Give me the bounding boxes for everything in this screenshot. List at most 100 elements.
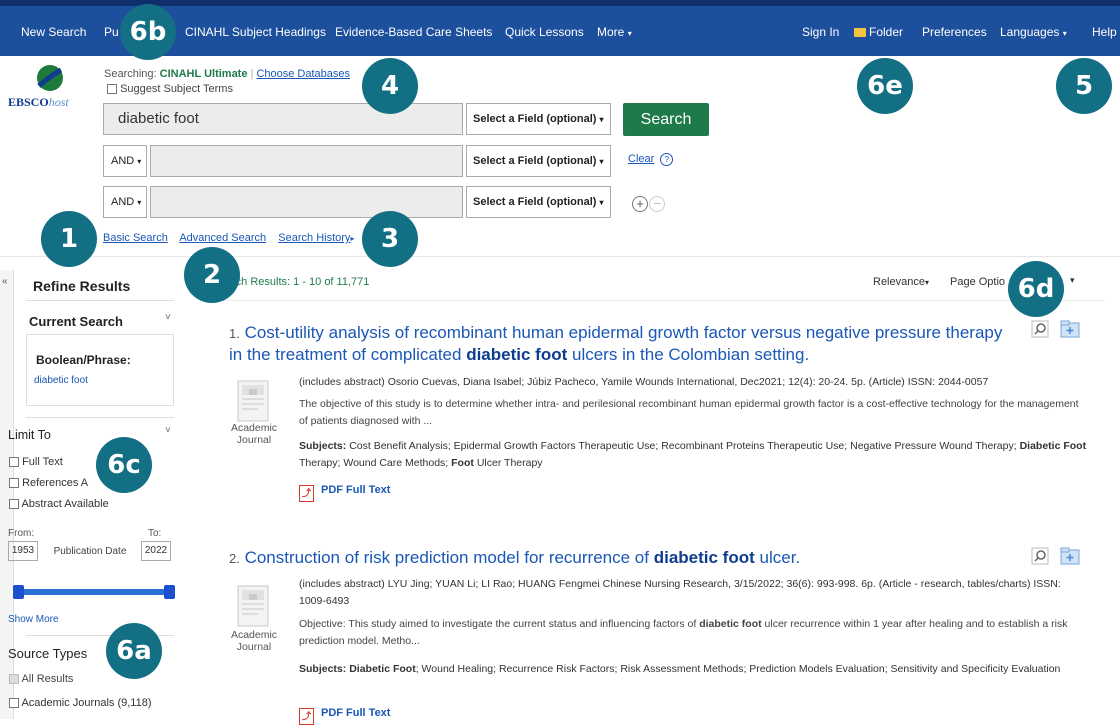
- preview-icon[interactable]: [1031, 547, 1049, 570]
- result-1-abstract: The objective of this study is to determ…: [299, 398, 1079, 427]
- date-slider-handle-start[interactable]: [13, 585, 24, 599]
- source-academic-journals[interactable]: Academic Journals (9,118): [9, 697, 151, 709]
- clear-row: Clear ?: [628, 153, 674, 166]
- field-select-2[interactable]: Select a Field (optional) ▾: [466, 145, 611, 177]
- add-row-icon[interactable]: +: [632, 196, 648, 212]
- add-to-folder-icon[interactable]: [1060, 547, 1080, 570]
- academic-journal-label: Academic Journal: [228, 422, 280, 446]
- chevron-down-icon[interactable]: ˅: [165, 425, 171, 436]
- nav-more[interactable]: More ▾: [597, 25, 632, 39]
- caret-down-icon: ▾: [137, 198, 142, 207]
- date-slider-handle-end[interactable]: [164, 585, 175, 599]
- nav-more-label: More: [597, 25, 625, 39]
- boolean-phrase-label: Boolean/Phrase:: [36, 353, 131, 367]
- nav-help[interactable]: Help: [1092, 25, 1117, 39]
- publication-date-label: Publication Date: [53, 546, 127, 557]
- annotation-badge-6b: 6b: [120, 4, 176, 60]
- logo-host-text: host: [48, 95, 69, 109]
- subjects-label: Subjects:: [299, 440, 347, 452]
- search-input-2[interactable]: [150, 145, 463, 177]
- boolean-select-3[interactable]: AND ▾: [103, 186, 147, 218]
- nav-subject-headings[interactable]: CINAHL Subject Headings: [185, 25, 326, 39]
- nav-care-sheets[interactable]: Evidence-Based Care Sheets: [335, 25, 492, 39]
- choose-databases-link[interactable]: Choose Databases: [256, 68, 350, 80]
- result-title-highlight: diabetic foot: [466, 345, 568, 364]
- current-search-heading[interactable]: Current Search: [29, 314, 123, 329]
- clear-link[interactable]: Clear: [628, 153, 654, 165]
- chevron-down-icon[interactable]: ˅: [165, 312, 171, 323]
- pdf-label: PDF Full Text: [321, 707, 391, 719]
- preview-icon[interactable]: [1031, 320, 1049, 343]
- field-select-3[interactable]: Select a Field (optional) ▾: [466, 186, 611, 218]
- field-select-1[interactable]: Select a Field (optional) ▾: [466, 103, 611, 135]
- limit-abstract[interactable]: Abstract Available: [9, 498, 109, 510]
- searching-line: Searching: CINAHL Ultimate | Choose Data…: [104, 68, 350, 80]
- all-results-checkbox[interactable]: [9, 674, 19, 685]
- to-year-input[interactable]: 2022: [141, 541, 171, 561]
- ebsco-logo[interactable]: [33, 64, 67, 97]
- result-2-pdf-link[interactable]: ⤴ PDF Full Text: [299, 707, 390, 725]
- boolean-label: AND: [111, 196, 135, 208]
- caret-down-icon: ▾: [1070, 275, 1075, 285]
- caret-down-icon: ▾: [1062, 29, 1067, 38]
- source-types-heading[interactable]: Source Types: [8, 646, 87, 661]
- relevance-sort[interactable]: Relevance▾: [873, 276, 929, 288]
- boolean-select-2[interactable]: AND ▾: [103, 145, 147, 177]
- references-checkbox[interactable]: [9, 478, 19, 489]
- limit-full-text[interactable]: Full Text: [9, 456, 63, 468]
- page-options[interactable]: Page Optio: [950, 276, 1005, 288]
- nav-quick-lessons[interactable]: Quick Lessons: [505, 25, 584, 39]
- nav-sign-in[interactable]: Sign In: [802, 25, 839, 39]
- nav-new-search[interactable]: New Search: [21, 25, 86, 39]
- nav-languages-label: Languages: [1000, 25, 1060, 39]
- result-1-pdf-link[interactable]: ⤴ PDF Full Text: [299, 484, 390, 502]
- nav-languages[interactable]: Languages ▾: [1000, 25, 1067, 39]
- result-2-title[interactable]: 2. Construction of risk prediction model…: [229, 547, 1019, 569]
- remove-row-icon[interactable]: −: [649, 196, 665, 212]
- source-all-results[interactable]: All Results: [9, 673, 73, 685]
- limit-to-heading[interactable]: Limit To: [8, 428, 51, 442]
- abstract-checkbox[interactable]: [9, 499, 19, 510]
- annotation-badge-6e: 6e: [857, 58, 913, 114]
- show-more-link[interactable]: Show More: [8, 614, 59, 625]
- nav-folder[interactable]: Folder: [854, 25, 903, 39]
- nav-publications[interactable]: Pu: [104, 25, 119, 39]
- suggest-terms-row[interactable]: Suggest Subject Terms: [107, 83, 233, 95]
- annotation-badge-6c: 6c: [96, 437, 152, 493]
- nav-preferences[interactable]: Preferences: [922, 25, 987, 39]
- logo-ebsco-text: EBSCO: [8, 95, 49, 109]
- database-name: CINAHL Ultimate: [159, 68, 248, 80]
- from-year-input[interactable]: 1953: [8, 541, 38, 561]
- subjects-text: ; Wound Healing; Recurrence Risk Factors…: [415, 663, 1061, 675]
- folder-icon: [854, 28, 866, 37]
- separator: |: [250, 68, 254, 80]
- pdf-icon: ⤴: [299, 708, 314, 725]
- caret-down-icon: ▾: [137, 157, 142, 166]
- search-input-3[interactable]: [150, 186, 463, 218]
- result-1-title[interactable]: 1. Cost-utility analysis of recombinant …: [229, 322, 1019, 365]
- limit-references[interactable]: References A: [9, 477, 88, 489]
- help-icon[interactable]: ?: [660, 153, 674, 166]
- result-title-text: Construction of risk prediction model fo…: [244, 548, 649, 567]
- academic-journals-checkbox[interactable]: [9, 698, 19, 709]
- add-to-folder-icon[interactable]: [1060, 320, 1080, 343]
- suggest-terms-label: Suggest Subject Terms: [120, 83, 233, 95]
- current-query-link[interactable]: diabetic foot: [34, 375, 88, 386]
- basic-search-link[interactable]: Basic Search: [103, 232, 168, 244]
- subjects-highlight: Diabetic Foot: [349, 663, 416, 675]
- suggest-terms-checkbox[interactable]: [107, 84, 117, 95]
- to-label: To:: [148, 528, 162, 539]
- full-text-checkbox[interactable]: [9, 457, 19, 468]
- annotation-badge-3: 3: [362, 211, 418, 267]
- search-input-1[interactable]: diabetic foot: [103, 103, 463, 135]
- full-text-label: Full Text: [22, 456, 63, 468]
- advanced-search-link[interactable]: Advanced Search: [179, 232, 266, 244]
- caret-down-icon: ▾: [599, 157, 604, 166]
- pdf-icon: ⤴: [299, 485, 314, 502]
- collapse-icon[interactable]: «: [2, 276, 8, 287]
- nav-folder-label: Folder: [869, 25, 904, 39]
- subjects-text: Ulcer Therapy: [476, 457, 543, 469]
- search-history-link[interactable]: Search History: [278, 232, 350, 244]
- searching-label: Searching:: [104, 68, 157, 80]
- search-button[interactable]: Search: [623, 103, 709, 136]
